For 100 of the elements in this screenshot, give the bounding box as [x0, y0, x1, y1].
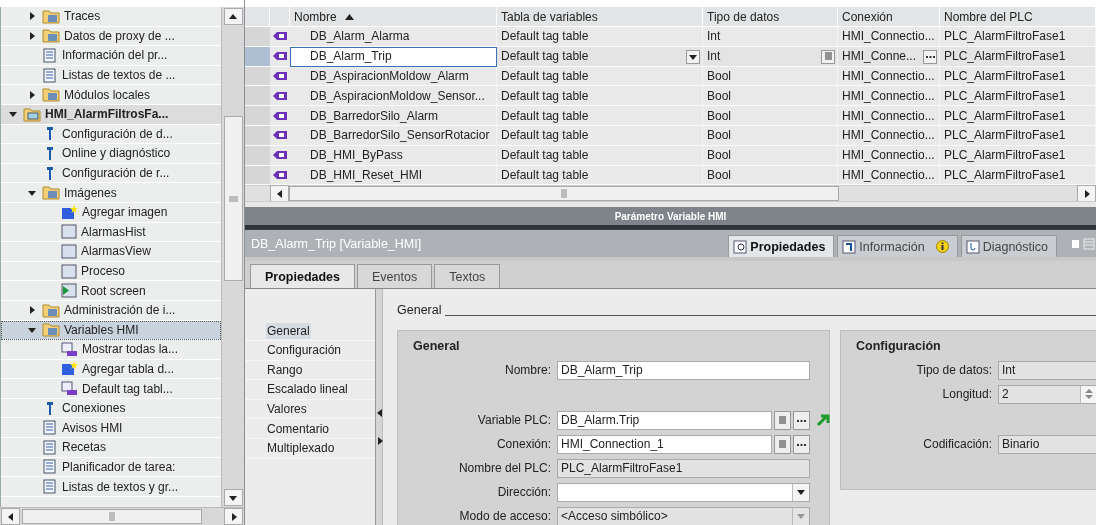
down-arrow-icon[interactable] — [797, 488, 805, 497]
connection-field[interactable]: HMI_Connection_1 — [557, 434, 772, 454]
add-icon — [61, 361, 78, 377]
tree-item[interactable]: Recetas — [1, 438, 221, 458]
plc-variable-field[interactable]: DB_Alarm.Trip — [557, 410, 772, 430]
table-cell: Default tag table — [497, 46, 703, 67]
collapse-icon[interactable] — [28, 188, 36, 197]
view-tab[interactable]: Información — [837, 235, 958, 258]
scrollbar[interactable] — [0, 507, 244, 525]
section-title: General — [397, 303, 442, 318]
group-title: General — [413, 339, 461, 354]
tree-item[interactable]: Agregar imagen — [1, 202, 221, 223]
nav-item[interactable]: Escalado lineal — [266, 381, 349, 398]
ellipsis-icon — [797, 418, 806, 422]
nav-item[interactable]: Comentario — [266, 420, 331, 437]
table-cell: PLC_AlarmFiltroFase1 — [940, 165, 1096, 186]
browse-button[interactable] — [923, 49, 937, 64]
tab[interactable]: Propiedades — [250, 264, 356, 289]
tree-item[interactable]: Configuración de r... — [1, 163, 221, 184]
column-header[interactable]: Tipo de datos — [703, 7, 838, 27]
nav-item[interactable]: General — [266, 322, 311, 339]
list-icon — [778, 439, 787, 449]
tree-item[interactable]: Datos de proxy de ... — [1, 26, 221, 47]
tag-icon — [273, 90, 287, 101]
tree-item[interactable]: Agregar tabla d... — [1, 359, 221, 380]
tree-item[interactable]: Avisos HMI — [1, 418, 221, 439]
view-tab[interactable]: Diagnóstico — [960, 235, 1057, 258]
grip-icon — [561, 189, 567, 199]
field-label: Nombre: — [504, 363, 551, 378]
tree-item[interactable]: Listas de textos y gr... — [1, 477, 221, 497]
field-label: Modo de acceso: — [458, 509, 551, 524]
tree-item[interactable]: Mostrar todas la... — [1, 340, 221, 360]
group-title: Configuración — [856, 339, 942, 354]
view-tab[interactable]: Propiedades — [728, 235, 835, 258]
scrollbar[interactable] — [245, 185, 1096, 202]
tree-item[interactable]: Listas de textos de ... — [1, 65, 221, 86]
down-arrow-icon[interactable] — [229, 493, 237, 502]
tree-item[interactable]: Información del pr... — [1, 46, 221, 66]
tree-item[interactable]: Online y diagnóstico — [1, 144, 221, 164]
tree-item[interactable]: Planificador de tarea: — [1, 457, 221, 478]
right-arrow-icon[interactable] — [229, 512, 238, 521]
browse-button[interactable] — [793, 434, 810, 454]
table-cell: HMI_Connectio... — [838, 86, 940, 107]
list-icon — [778, 415, 787, 425]
tree-item[interactable]: Variables HMI — [1, 320, 221, 341]
collapse-icon[interactable] — [28, 325, 36, 334]
column-header[interactable]: Conexión — [838, 7, 940, 27]
expand-icon[interactable] — [28, 90, 36, 99]
name-field[interactable]: DB_Alarm_Trip — [557, 360, 810, 380]
folder-icon — [42, 322, 60, 338]
tree-item[interactable]: Default tag tabl... — [1, 379, 221, 399]
tag-icon — [273, 169, 287, 180]
column-header[interactable]: Nombre — [290, 7, 497, 27]
expand-icon[interactable] — [28, 306, 36, 315]
readonly-field: Binario — [998, 434, 1096, 454]
spinner-arrows-icon[interactable] — [1085, 388, 1093, 401]
browse-button[interactable] — [793, 410, 810, 430]
expand-icon[interactable] — [28, 31, 36, 40]
tag-table-icon — [61, 381, 78, 397]
tree-item[interactable]: Administración de i... — [1, 300, 221, 321]
tree-item[interactable]: AlarmasView — [1, 242, 221, 262]
properties-icon — [733, 239, 748, 254]
tree-item[interactable]: Root screen — [1, 281, 221, 301]
tree-item[interactable]: Proceso — [1, 261, 221, 282]
tag-icon — [273, 130, 287, 141]
scrollbar[interactable] — [221, 7, 244, 507]
list-button[interactable] — [821, 49, 835, 64]
folder-icon — [42, 28, 60, 44]
expand-icon[interactable] — [28, 12, 36, 21]
field-label: Codificación: — [922, 437, 992, 452]
table-cell: PLC_AlarmFiltroFase1 — [940, 106, 1096, 126]
up-arrow-icon[interactable] — [229, 12, 237, 21]
nav-item[interactable]: Rango — [266, 361, 304, 378]
tree-item[interactable]: Traces — [1, 7, 221, 27]
tag-icon — [273, 31, 287, 42]
tree-item[interactable]: Configuración de d... — [1, 124, 221, 145]
collapse-icon[interactable] — [9, 110, 17, 119]
spinner-field[interactable]: 2 — [998, 384, 1096, 404]
folder-icon — [42, 8, 60, 24]
left-arrow-icon[interactable] — [275, 189, 284, 198]
table-cell: Bool — [703, 145, 838, 166]
ellipsis-icon — [797, 442, 806, 446]
tree-item[interactable]: Imágenes — [1, 183, 221, 203]
tree-item[interactable]: AlarmasHist — [1, 222, 221, 243]
table-cell: Default tag table — [497, 106, 703, 126]
nav-item[interactable]: Configuración — [266, 342, 343, 359]
tree-item[interactable]: Módulos locales — [1, 85, 221, 105]
field-label: Nombre del PLC: — [457, 461, 551, 476]
dropdown-field[interactable] — [557, 482, 810, 502]
tab[interactable]: Textos — [434, 264, 501, 289]
nav-item[interactable]: Valores — [266, 401, 308, 418]
column-header[interactable]: Tabla de variables — [497, 7, 703, 27]
right-arrow-icon[interactable] — [1082, 189, 1091, 198]
dropdown-field[interactable]: <Acceso simbólico> — [557, 506, 810, 525]
nav-item[interactable]: Multiplexado — [266, 440, 336, 457]
left-arrow-icon[interactable] — [6, 512, 15, 521]
tree-item[interactable]: Conexiones — [1, 398, 221, 419]
tab[interactable]: Eventos — [357, 264, 433, 289]
column-header[interactable]: Nombre del PLC — [940, 7, 1096, 27]
tree-item[interactable]: HMI_AlarmFiltrosFa... — [1, 104, 221, 125]
